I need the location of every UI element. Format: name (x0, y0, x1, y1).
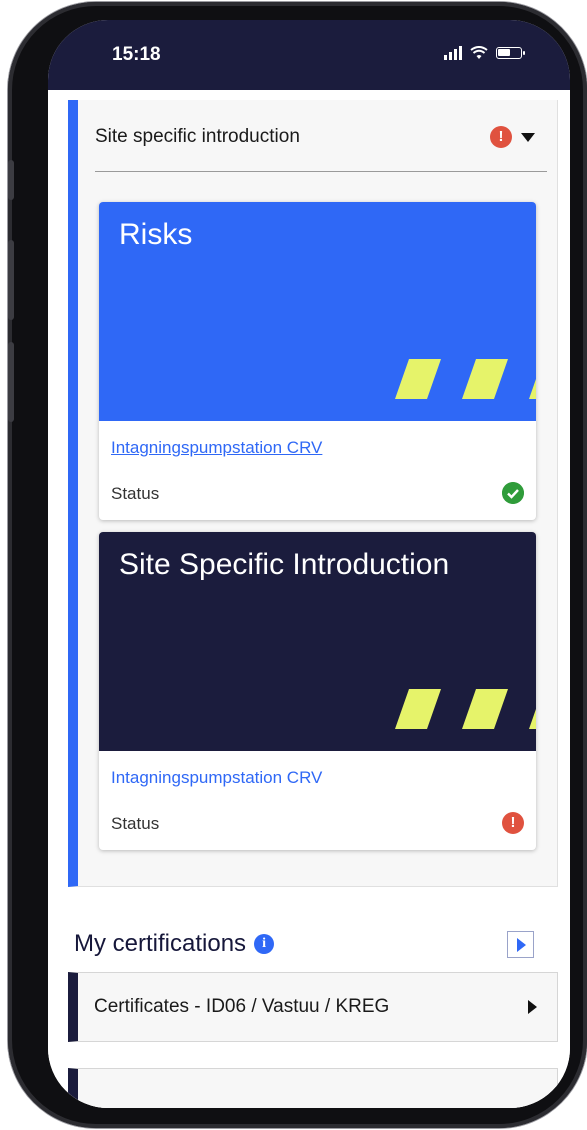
certificate-row[interactable]: Certificates - ID06 / Vastuu / KREG (68, 972, 558, 1042)
volume-up-button (8, 240, 14, 320)
status-bar: 15:18 (48, 20, 570, 90)
site-intro-header[interactable]: Site specific introduction ! (95, 122, 547, 172)
card-title: Site Specific Introduction (119, 548, 450, 581)
card-hero: Risks (99, 202, 536, 421)
info-icon[interactable]: i (254, 934, 275, 954)
list-item[interactable] (68, 1068, 558, 1108)
hazard-stripes-icon (395, 359, 536, 399)
certifications-heading: My certifications i (74, 930, 275, 958)
site-intro-panel: Site specific introduction ! Risks Intag… (68, 100, 558, 887)
alert-icon: ! (502, 812, 524, 834)
site-specific-intro-card[interactable]: Site Specific Introduction Intagningspum… (99, 532, 536, 850)
volume-down-button (8, 342, 14, 422)
site-intro-title: Site specific introduction (95, 126, 300, 147)
mute-switch (8, 160, 14, 200)
status-time: 15:18 (112, 44, 161, 65)
alert-icon: ! (490, 126, 512, 148)
card-title: Risks (119, 218, 193, 251)
card-hero: Site Specific Introduction (99, 532, 536, 751)
card-link[interactable]: Intagningspumpstation CRV (111, 768, 322, 788)
signal-icon (444, 46, 462, 60)
chevron-down-icon[interactable] (521, 133, 535, 142)
hazard-stripes-icon (395, 689, 536, 729)
card-status-label: Status (111, 484, 160, 503)
chevron-right-icon (528, 1000, 537, 1014)
certifications-title: My certifications (74, 930, 247, 957)
expand-certifications-button[interactable] (507, 931, 534, 958)
battery-icon (496, 47, 525, 59)
certificate-row-label: Certificates - ID06 / Vastuu / KREG (94, 996, 390, 1017)
phone-screen: 15:18 Site specific introduction ! Risks… (48, 20, 570, 1108)
status-icons (444, 46, 525, 60)
risks-card[interactable]: Risks Intagningspumpstation CRV Status (99, 202, 536, 520)
card-status-label: Status (111, 814, 160, 833)
wifi-icon (470, 46, 488, 59)
card-link[interactable]: Intagningspumpstation CRV (111, 438, 322, 458)
check-circle-icon (502, 482, 524, 504)
phone-frame: 15:18 Site specific introduction ! Risks… (8, 2, 587, 1128)
app-content: Site specific introduction ! Risks Intag… (48, 90, 570, 1108)
